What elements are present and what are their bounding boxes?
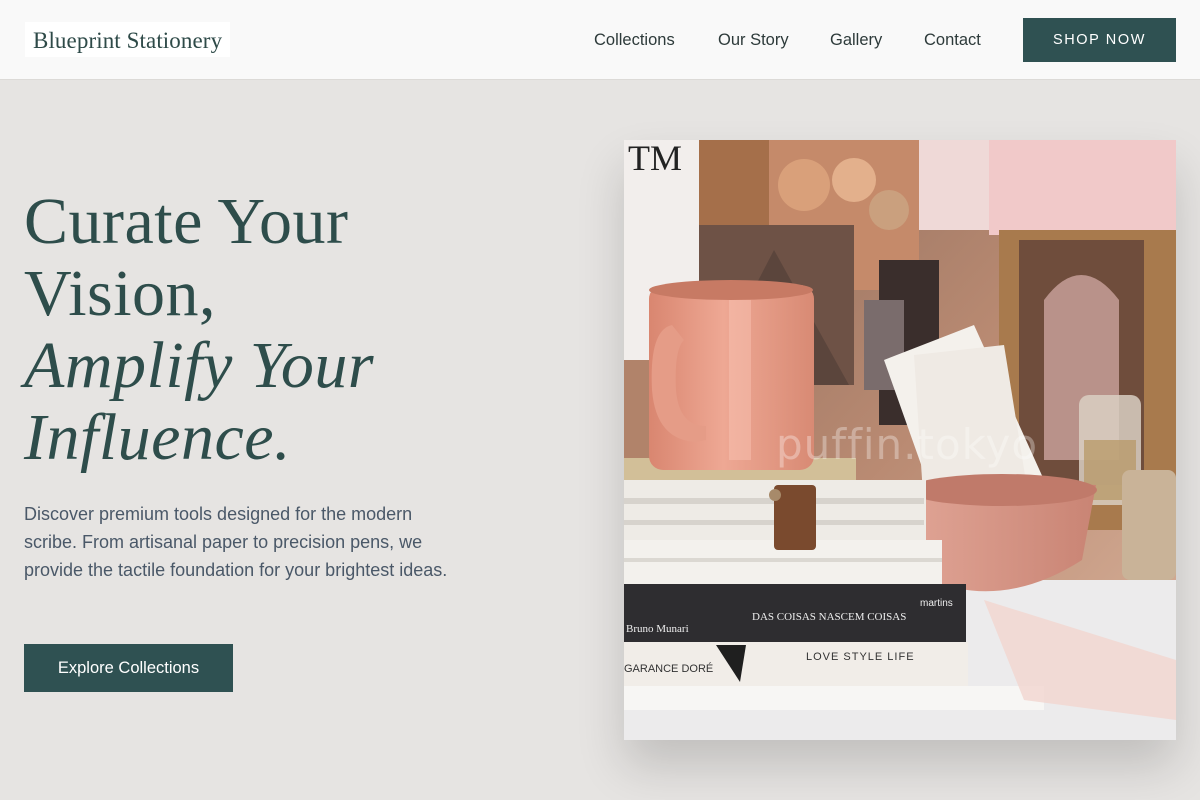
book-publisher-text: martins (920, 598, 953, 609)
site-header: Blueprint Stationery Collections Our Sto… (0, 0, 1200, 80)
nav-link-our-story[interactable]: Our Story (718, 30, 789, 50)
headline-line-1: Curate Your (24, 185, 349, 258)
magazine-text: TM (628, 140, 682, 178)
nav-link-contact[interactable]: Contact (924, 30, 981, 50)
headline-line-3: Amplify Your (24, 329, 375, 402)
nav-link-gallery[interactable]: Gallery (830, 30, 882, 50)
bottom-book-title-text: LOVE STYLE LIFE (806, 651, 915, 663)
book-title-text: DAS COISAS NASCEM COISAS (752, 611, 906, 623)
hero-photo: TM Bruno Munari DAS COISAS NASCEM COISAS… (624, 140, 1176, 740)
headline-line-4: Influence. (24, 401, 292, 474)
bottom-book-author-text: GARANCE DORÉ (624, 662, 713, 675)
book-author-text: Bruno Munari (626, 623, 689, 635)
hero-description: Discover premium tools designed for the … (24, 504, 448, 580)
explore-collections-button[interactable]: Explore Collections (24, 644, 233, 692)
nav-link-collections[interactable]: Collections (594, 30, 675, 50)
headline-line-2: Vision, (24, 257, 217, 330)
hero-headline: Curate Your Vision, Amplify Your Influen… (24, 186, 544, 474)
shop-now-button[interactable]: SHOP NOW (1023, 18, 1176, 62)
watermark-text: puffin.tokyo (776, 420, 1039, 469)
brand-logo[interactable]: Blueprint Stationery (25, 22, 231, 57)
